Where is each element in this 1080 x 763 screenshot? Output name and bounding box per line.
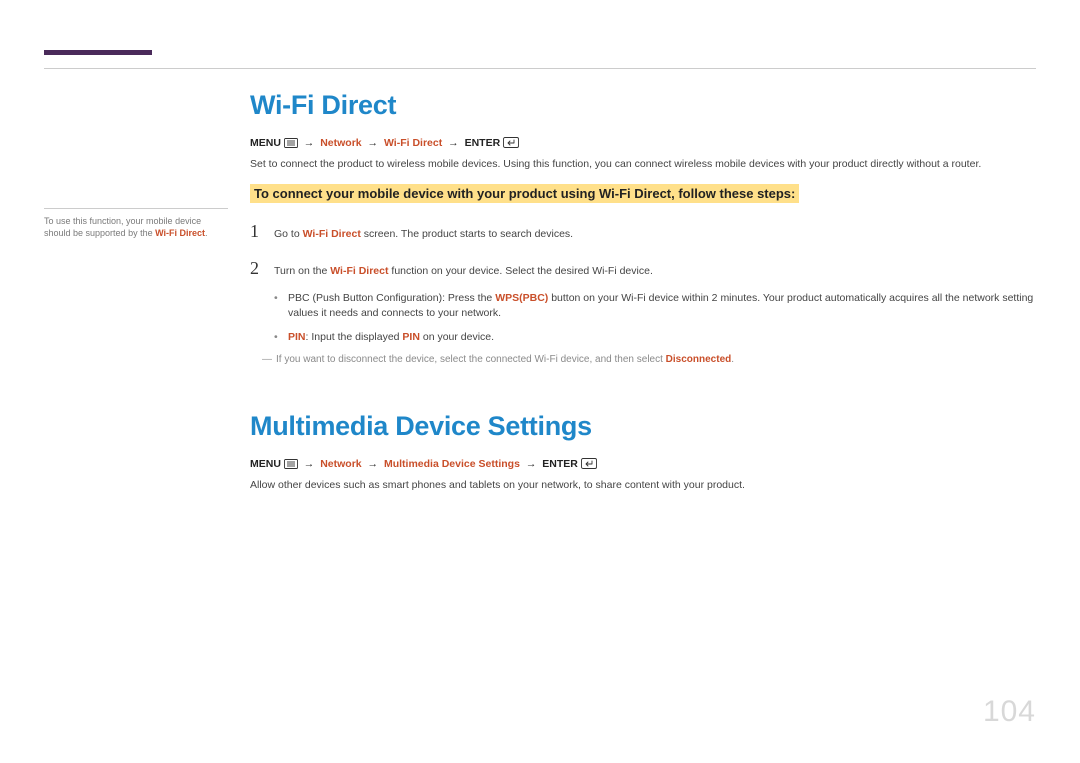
step2-bullets: • PBC (Push Button Configuration): Press… bbox=[274, 291, 1036, 345]
bullet-dot: • bbox=[274, 330, 288, 345]
header-accent-bar bbox=[44, 50, 152, 55]
section2-body: Allow other devices such as smart phones… bbox=[250, 478, 1036, 493]
step-row: 2 Turn on the Wi-Fi Direct function on y… bbox=[250, 258, 1036, 279]
bullet1-a: PBC (Push Button Configuration): Press t… bbox=[288, 292, 495, 304]
step2-b: function on your device. Select the desi… bbox=[388, 265, 652, 277]
main-column: Wi-Fi Direct MENU → Network → Wi-Fi Dire… bbox=[240, 90, 1036, 492]
bullet-text: PBC (Push Button Configuration): Press t… bbox=[288, 291, 1036, 321]
path-seg-wifidirect: Wi-Fi Direct bbox=[384, 137, 442, 149]
page-number: 104 bbox=[983, 695, 1036, 729]
path-seg-network: Network bbox=[320, 137, 361, 149]
path-menu-label: MENU bbox=[250, 458, 281, 470]
step-number: 1 bbox=[250, 221, 274, 242]
bullet1-key: WPS(PBC) bbox=[495, 292, 548, 304]
sidebar-note: To use this function, your mobile device… bbox=[44, 208, 228, 239]
bullet-text: PIN: Input the displayed PIN on your dev… bbox=[288, 330, 494, 345]
content-row: To use this function, your mobile device… bbox=[44, 50, 1036, 492]
header-rule bbox=[44, 68, 1036, 69]
section1-title: Wi-Fi Direct bbox=[250, 90, 1036, 121]
menu-icon bbox=[284, 459, 298, 472]
section1-highlight: To connect your mobile device with your … bbox=[250, 184, 799, 203]
section1-steps: 1 Go to Wi-Fi Direct screen. The product… bbox=[250, 221, 1036, 367]
step-row: 1 Go to Wi-Fi Direct screen. The product… bbox=[250, 221, 1036, 242]
section1-menu-path: MENU → Network → Wi-Fi Direct → ENTER bbox=[250, 137, 1036, 151]
step-text: Go to Wi-Fi Direct screen. The product s… bbox=[274, 225, 573, 242]
path-enter-label: ENTER bbox=[542, 458, 578, 470]
sidebar-note-post: . bbox=[205, 228, 208, 238]
arrow-icon: → bbox=[365, 137, 382, 149]
step-number: 2 bbox=[250, 258, 274, 279]
bullet-item: • PBC (Push Button Configuration): Press… bbox=[274, 291, 1036, 321]
section2-title: Multimedia Device Settings bbox=[250, 411, 1036, 442]
bullet2-a: : Input the displayed bbox=[306, 331, 403, 343]
arrow-icon: → bbox=[365, 458, 382, 470]
bullet2-key2: PIN bbox=[402, 331, 420, 343]
section2-menu-path: MENU → Network → Multimedia Device Setti… bbox=[250, 458, 1036, 472]
step1-a: Go to bbox=[274, 228, 303, 240]
arrow-icon: → bbox=[301, 137, 318, 149]
section1-footnote: ― If you want to disconnect the device, s… bbox=[262, 353, 1036, 367]
arrow-icon: → bbox=[445, 137, 462, 149]
path-enter-label: ENTER bbox=[465, 137, 501, 149]
step1-b: screen. The product starts to search dev… bbox=[361, 228, 573, 240]
footnote-dash: ― bbox=[262, 354, 272, 365]
path-seg-network: Network bbox=[320, 458, 361, 470]
menu-icon bbox=[284, 138, 298, 151]
enter-icon bbox=[503, 137, 519, 151]
step2-key: Wi-Fi Direct bbox=[330, 265, 388, 277]
footnote-b: . bbox=[731, 354, 734, 365]
step2-a: Turn on the bbox=[274, 265, 330, 277]
sidebar: To use this function, your mobile device… bbox=[44, 90, 240, 492]
footnote-key: Disconnected bbox=[666, 354, 732, 365]
arrow-icon: → bbox=[523, 458, 540, 470]
bullet2-b: on your device. bbox=[420, 331, 494, 343]
step1-key: Wi-Fi Direct bbox=[303, 228, 361, 240]
path-seg-multimedia: Multimedia Device Settings bbox=[384, 458, 520, 470]
sidebar-note-key: Wi-Fi Direct bbox=[155, 228, 205, 238]
bullet-item: • PIN: Input the displayed PIN on your d… bbox=[274, 330, 1036, 345]
footnote-a: If you want to disconnect the device, se… bbox=[276, 354, 666, 365]
enter-icon bbox=[581, 458, 597, 472]
bullet-dot: • bbox=[274, 291, 288, 321]
bullet2-key1: PIN bbox=[288, 331, 306, 343]
step-text: Turn on the Wi-Fi Direct function on you… bbox=[274, 262, 653, 279]
path-menu-label: MENU bbox=[250, 137, 281, 149]
page: To use this function, your mobile device… bbox=[0, 0, 1080, 763]
arrow-icon: → bbox=[301, 458, 318, 470]
section1-intro: Set to connect the product to wireless m… bbox=[250, 157, 1036, 172]
